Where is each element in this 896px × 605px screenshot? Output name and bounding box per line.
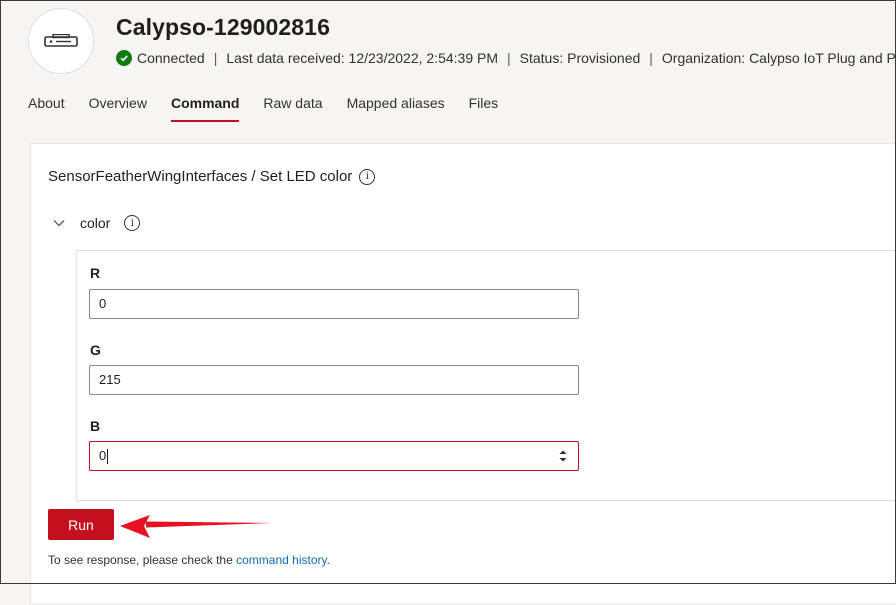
- g-input[interactable]: 215: [89, 365, 579, 395]
- tab-overview[interactable]: Overview: [89, 92, 147, 124]
- annotation-arrow-icon: [120, 515, 272, 538]
- check-circle-icon: [116, 50, 132, 66]
- separator: |: [507, 50, 511, 66]
- tab-command[interactable]: Command: [170, 92, 240, 124]
- separator: |: [213, 50, 218, 66]
- b-input[interactable]: 0: [89, 441, 579, 471]
- device-meta: Connected | Last data received: 12/23/20…: [116, 50, 896, 66]
- color-group-header[interactable]: color i: [52, 215, 141, 231]
- command-title: SensorFeatherWingInterfaces / Set LED co…: [48, 168, 376, 185]
- field-label-r: R: [90, 265, 101, 281]
- field-label-b: B: [90, 418, 101, 434]
- tab-raw-data[interactable]: Raw data: [263, 92, 322, 124]
- hint-end: .: [326, 553, 330, 567]
- tab-mapped-aliases[interactable]: Mapped aliases: [347, 92, 445, 124]
- info-icon[interactable]: i: [124, 215, 141, 231]
- hint-text: To see response, please check the: [48, 553, 237, 567]
- spinner-icon[interactable]: [558, 448, 568, 464]
- info-icon[interactable]: i: [359, 168, 376, 185]
- command-name: SensorFeatherWingInterfaces / Set LED co…: [48, 168, 353, 185]
- r-input[interactable]: 0: [89, 289, 579, 319]
- text-cursor: [107, 449, 109, 465]
- last-data-received: Last data received: 12/23/2022, 2:54:39 …: [226, 50, 498, 66]
- command-history-link[interactable]: command history: [236, 553, 326, 567]
- provision-status: Status: Provisioned: [519, 50, 641, 66]
- g-value: 215: [99, 372, 121, 387]
- field-label-g: G: [90, 342, 101, 358]
- chevron-down-icon[interactable]: [52, 216, 66, 230]
- color-group-label: color: [80, 215, 111, 231]
- device-icon: [28, 8, 94, 74]
- separator: |: [649, 50, 653, 66]
- run-button[interactable]: Run: [48, 509, 114, 540]
- organization: Organization: Calypso IoT Plug and Play: [661, 50, 896, 66]
- connection-status: Connected: [137, 50, 205, 66]
- device-tabs: About Overview Command Raw data Mapped a…: [28, 92, 522, 124]
- b-value: 0: [99, 448, 107, 463]
- r-value: 0: [99, 296, 107, 311]
- page-title: Calypso-129002816: [116, 14, 330, 40]
- response-hint: To see response, please check the comman…: [48, 553, 330, 567]
- tab-about[interactable]: About: [28, 92, 65, 124]
- tab-files[interactable]: Files: [469, 92, 499, 124]
